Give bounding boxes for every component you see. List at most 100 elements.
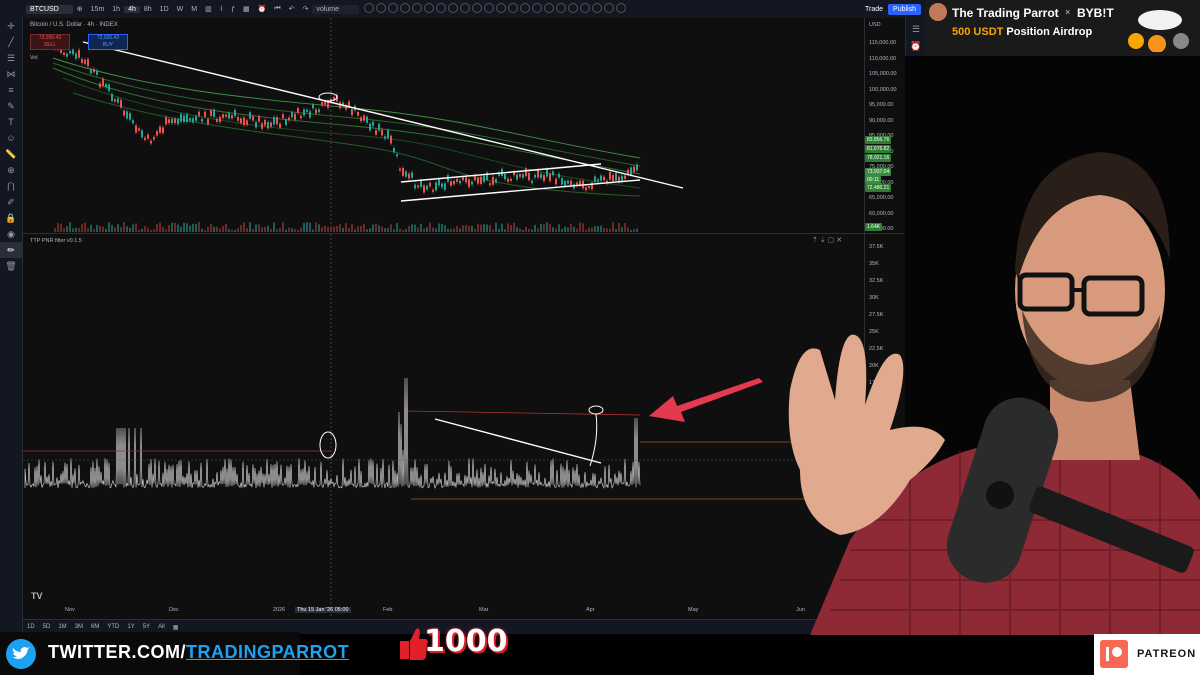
range-all[interactable]: All xyxy=(154,624,169,630)
twitter-link[interactable]: TWITTER.COM/TRADINGPARROT xyxy=(48,642,349,663)
shortcut-icon[interactable] xyxy=(400,3,411,13)
circle-annotation[interactable] xyxy=(319,431,337,459)
chart-svg[interactable]: TV xyxy=(23,18,864,616)
range-5y[interactable]: 5Y xyxy=(139,624,154,630)
sell-button[interactable]: 73,936.43 SELL xyxy=(30,34,70,50)
pattern-icon[interactable]: ⋈ xyxy=(0,66,22,82)
templates-icon[interactable]: ▦ xyxy=(239,5,254,13)
pencil-icon[interactable]: ✏ xyxy=(0,242,22,258)
alerts-icon[interactable]: ⏰ xyxy=(906,41,926,52)
shortcut-icon[interactable] xyxy=(460,3,471,13)
shortcut-icon[interactable] xyxy=(508,3,519,13)
shortcut-icon[interactable] xyxy=(592,3,603,13)
shortcut-icon[interactable] xyxy=(532,3,543,13)
ruler-icon[interactable]: 📏 xyxy=(0,146,22,162)
candle-body xyxy=(366,116,368,123)
candle-type-icon[interactable]: ▥ xyxy=(201,5,216,13)
symbol-search[interactable]: BTCUSD xyxy=(26,4,73,14)
circle-annotation[interactable] xyxy=(588,405,604,415)
timeframe-8h[interactable]: 8h xyxy=(140,6,156,13)
shortcut-icon[interactable] xyxy=(448,3,459,13)
volume-bar xyxy=(87,228,89,232)
magnet-icon[interactable]: ⋂ xyxy=(0,178,22,194)
time-tick: Mar xyxy=(479,607,489,613)
candle-body xyxy=(594,176,596,183)
volume-bar xyxy=(72,228,74,232)
text-icon[interactable]: T xyxy=(0,114,22,130)
trendline-drawing[interactable] xyxy=(82,41,684,189)
eye-icon[interactable]: ◉ xyxy=(0,226,22,242)
crosshair-icon[interactable]: ✛ xyxy=(0,18,22,34)
undo-icon[interactable]: ↶ xyxy=(285,5,299,13)
candle-body xyxy=(312,104,314,109)
lock-icon[interactable]: 🔒 xyxy=(0,210,22,226)
zoom-icon[interactable]: ⊕ xyxy=(0,162,22,178)
shortcut-icon[interactable] xyxy=(436,3,447,13)
trendline-icon[interactable]: ╱ xyxy=(0,34,22,50)
line-type-icon[interactable]: ⌇ xyxy=(216,5,227,13)
volume-bar xyxy=(285,229,287,232)
shortcut-icon[interactable] xyxy=(484,3,495,13)
publish-button[interactable]: Publish xyxy=(888,3,921,15)
timeframe-1h[interactable]: 1h xyxy=(108,6,124,13)
replay-icon[interactable]: ⏮ xyxy=(270,5,284,13)
volume-bar xyxy=(579,222,581,232)
alert-icon[interactable]: ⏰ xyxy=(254,5,271,13)
shortcut-icon[interactable] xyxy=(472,3,483,13)
shortcut-icon[interactable] xyxy=(568,3,579,13)
timeframe-m[interactable]: M xyxy=(187,6,201,13)
volume-bar xyxy=(228,229,230,232)
candle-body xyxy=(147,134,149,139)
shortcut-icon[interactable] xyxy=(580,3,591,13)
range-ytd[interactable]: YTD xyxy=(103,624,123,630)
indicator-trendline[interactable] xyxy=(434,418,602,464)
volume-bar xyxy=(132,224,134,232)
indicators-icon[interactable]: ƒ xyxy=(227,6,239,13)
emoji-icon[interactable]: ☺ xyxy=(0,130,22,146)
volume-bar xyxy=(609,228,611,232)
volume-bar xyxy=(123,222,125,232)
fib-icon[interactable]: ≡ xyxy=(0,82,22,98)
redo-icon[interactable]: ↷ xyxy=(299,5,313,13)
add-symbol-icon[interactable]: ⊕ xyxy=(73,5,87,13)
timeframe-4h[interactable]: 4h xyxy=(124,5,140,13)
volume-bar xyxy=(624,223,626,232)
watchlist-icon[interactable]: ☰ xyxy=(906,24,926,35)
timeframe-15m[interactable]: 15m xyxy=(87,6,109,13)
shortcut-icon[interactable] xyxy=(496,3,507,13)
indicator-shortcuts[interactable] xyxy=(359,3,631,15)
volume-bar xyxy=(183,222,185,232)
brush-icon[interactable]: ✎ xyxy=(0,98,22,114)
shortcut-icon[interactable] xyxy=(544,3,555,13)
date-range-icon[interactable]: ▦ xyxy=(169,624,183,631)
range-1m[interactable]: 1M xyxy=(54,624,70,630)
trash-icon[interactable]: 🗑 xyxy=(0,258,22,274)
indicator-search-field[interactable]: volume xyxy=(312,4,360,14)
range-1d[interactable]: 1D xyxy=(23,624,39,630)
twitter-handle: TRADINGPARROT xyxy=(185,642,350,662)
shortcut-icon[interactable] xyxy=(616,3,627,13)
time-axis[interactable]: Nov Dec 2026 Thu 15 Jan '26 05:00 Feb Ma… xyxy=(23,604,863,618)
shortcut-icon[interactable] xyxy=(412,3,423,13)
timeframe-w[interactable]: W xyxy=(173,6,188,13)
volume-bar xyxy=(612,222,614,232)
shortcut-icon[interactable] xyxy=(556,3,567,13)
range-3m[interactable]: 3M xyxy=(71,624,87,630)
shortcut-icon[interactable] xyxy=(520,3,531,13)
buy-button[interactable]: 73,936.43 BUY xyxy=(88,34,128,50)
stay-drawing-icon[interactable]: ✐ xyxy=(0,194,22,210)
webcam-video xyxy=(788,152,1200,635)
timeframe-1d[interactable]: 1D xyxy=(156,6,173,13)
trade-button[interactable]: Trade xyxy=(860,5,888,14)
shortcut-icon[interactable] xyxy=(604,3,615,13)
range-6m[interactable]: 6M xyxy=(87,624,103,630)
volume-bar xyxy=(627,227,629,232)
shortcut-icon[interactable] xyxy=(376,3,387,13)
range-1y[interactable]: 1Y xyxy=(123,624,138,630)
candle-body xyxy=(534,174,536,178)
horizontal-lines-icon[interactable]: ☰ xyxy=(0,50,22,66)
range-5d[interactable]: 5D xyxy=(39,624,55,630)
shortcut-icon[interactable] xyxy=(364,3,375,13)
shortcut-icon[interactable] xyxy=(388,3,399,13)
shortcut-icon[interactable] xyxy=(424,3,435,13)
